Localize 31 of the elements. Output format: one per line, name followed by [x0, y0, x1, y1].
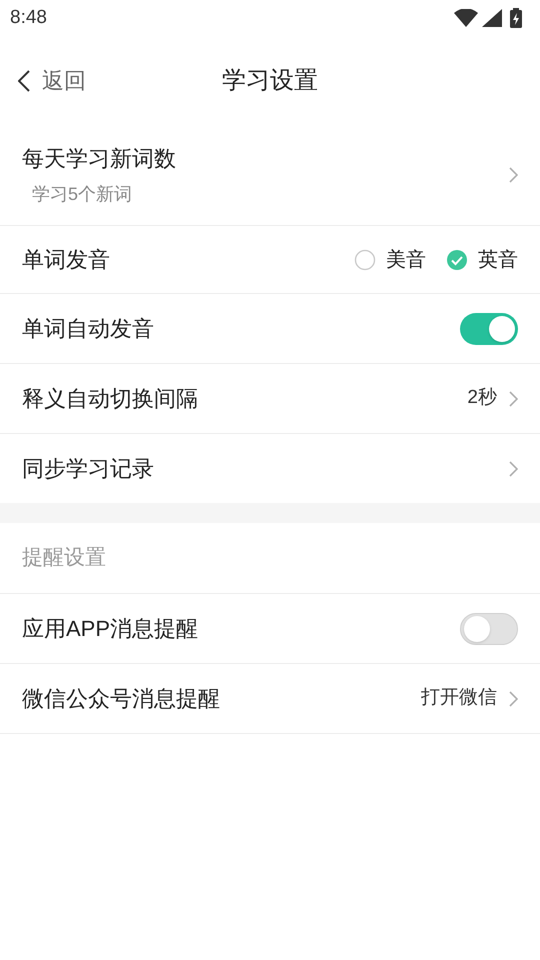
- signal-icon: [482, 9, 502, 27]
- row-value: 打开微信: [421, 686, 497, 710]
- page-title: 学习设置: [222, 66, 318, 96]
- status-time: 8:48: [10, 6, 48, 30]
- toggle-switch[interactable]: [460, 612, 518, 644]
- chevron-right-icon: [509, 690, 518, 706]
- row-label: 应用APP消息提醒: [22, 615, 200, 643]
- radio-selected-icon[interactable]: [446, 248, 468, 270]
- chevron-right-icon: [509, 390, 518, 406]
- row-label: 每天学习新词数: [22, 145, 177, 173]
- settings-row[interactable]: 微信公众号消息提醒 打开微信: [0, 663, 540, 733]
- toggle-switch[interactable]: [460, 312, 518, 344]
- row-label: 同步学习记录: [22, 455, 155, 483]
- settings-row[interactable]: 每天学习新词数 学习5个新词: [0, 125, 540, 225]
- radio-label: 美音: [386, 248, 426, 272]
- wifi-icon: [454, 9, 478, 27]
- chevron-right-icon: [509, 460, 518, 476]
- row-label: 微信公众号消息提醒: [22, 685, 221, 713]
- row-sublabel: 学习5个新词: [32, 183, 134, 206]
- row-label: 单词自动发音: [22, 315, 155, 343]
- battery-icon: [510, 8, 522, 28]
- row-label: 单词发音: [22, 246, 111, 274]
- row-label: 释义自动切换间隔: [22, 385, 199, 413]
- radio-icon[interactable]: [354, 248, 376, 270]
- section-title: 提醒设置: [22, 545, 106, 572]
- back-icon: [18, 70, 30, 92]
- row-value: 2秒: [467, 386, 497, 410]
- chevron-right-icon: [509, 167, 518, 183]
- settings-row[interactable]: 释义自动切换间隔 2秒: [0, 363, 540, 433]
- radio-label: 英音: [478, 248, 518, 272]
- back-button[interactable]: 返回: [18, 64, 86, 97]
